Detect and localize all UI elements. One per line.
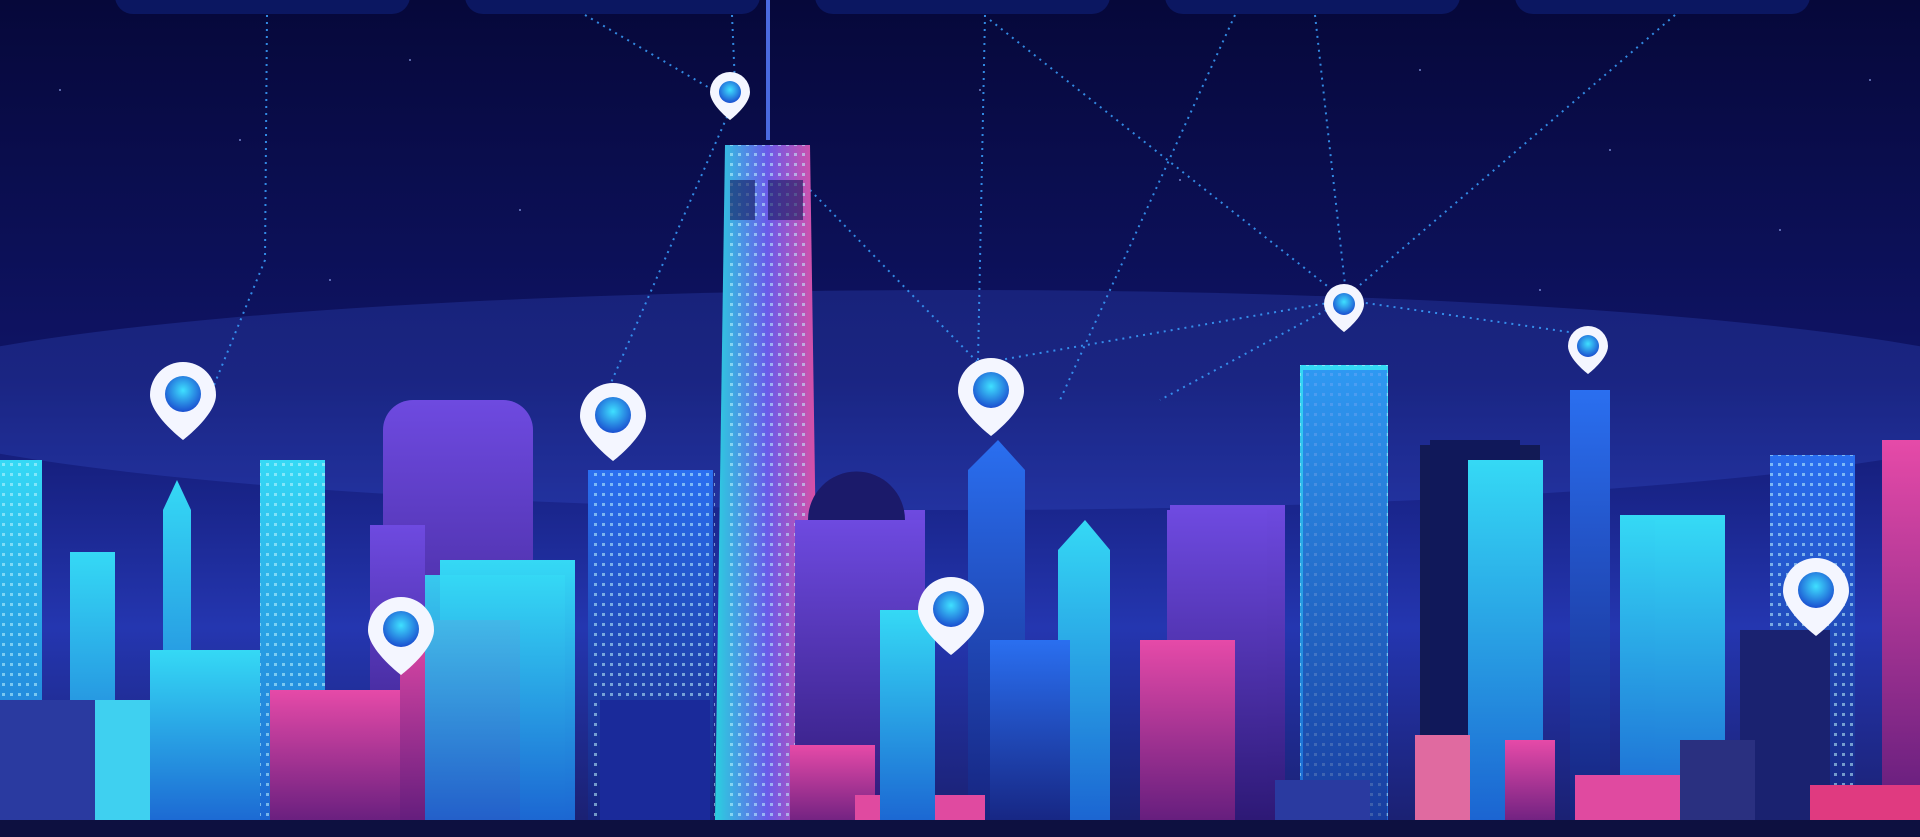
top-tab-3: [815, 0, 1110, 14]
top-tab-4: [1165, 0, 1460, 14]
top-tab-2: [465, 0, 760, 14]
top-tab-5: [1515, 0, 1810, 14]
skyline-illustration: [0, 0, 1920, 837]
city-skyline-scene: [0, 0, 1920, 837]
top-tab-1: [115, 0, 410, 14]
